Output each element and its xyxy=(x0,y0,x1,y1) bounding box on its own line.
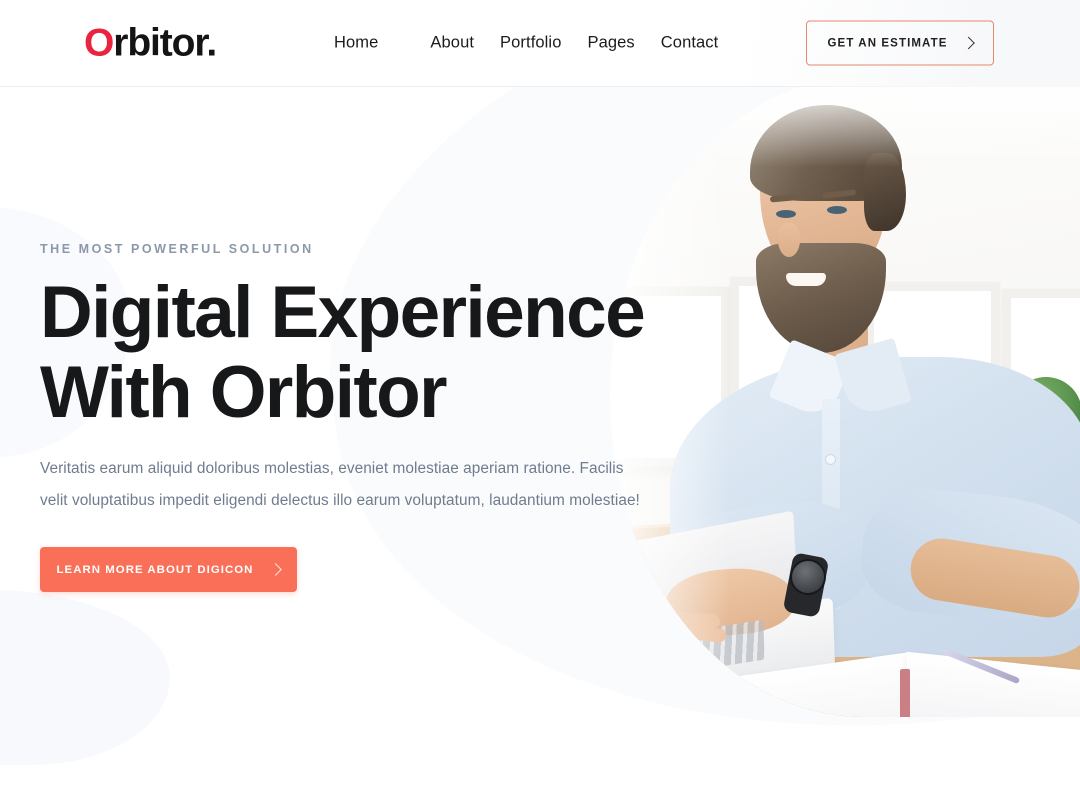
nav-item-pages[interactable]: Pages xyxy=(561,34,634,53)
learn-more-button[interactable]: LEARN MORE ABOUT DIGICON xyxy=(40,547,297,592)
nav-item-home[interactable]: Home xyxy=(334,34,404,53)
nav-item-about[interactable]: About xyxy=(404,34,474,53)
hero-headline: Digital Experience With Orbitor xyxy=(40,272,740,434)
nav-item-portfolio[interactable]: Portfolio xyxy=(474,34,561,53)
get-an-estimate-label: GET AN ESTIMATE xyxy=(827,37,948,49)
brand-logo-initial: O xyxy=(84,21,114,65)
notebook-spine xyxy=(900,668,910,717)
decorative-blob-bottom xyxy=(0,590,170,765)
brand-logo[interactable]: Orbitor. xyxy=(84,21,217,65)
get-an-estimate-button[interactable]: GET AN ESTIMATE xyxy=(806,20,994,66)
brand-logo-text: rbitor. xyxy=(113,21,217,65)
person-mouth xyxy=(786,273,826,286)
hero-headline-line-1: Digital Experience xyxy=(40,272,646,353)
hero-image-top-fade xyxy=(610,87,1080,167)
chevron-right-icon xyxy=(269,563,283,576)
person-eye xyxy=(776,210,796,218)
hero-section: THE MOST POWERFUL SOLUTION Digital Exper… xyxy=(0,87,1080,810)
nav-item-contact[interactable]: Contact xyxy=(635,34,719,53)
learn-more-label: LEARN MORE ABOUT DIGICON xyxy=(56,563,254,576)
shirt-button xyxy=(826,455,835,464)
page-root: Orbitor. Home About Portfolio Pages Cont… xyxy=(0,0,1080,810)
person-nose xyxy=(778,223,800,257)
hero-headline-line-2: With Orbitor xyxy=(40,352,448,434)
hero-eyebrow: THE MOST POWERFUL SOLUTION xyxy=(40,242,314,256)
person-eye xyxy=(827,206,847,214)
site-header: Orbitor. Home About Portfolio Pages Cont… xyxy=(0,0,1080,87)
primary-navigation: Home About Portfolio Pages Contact xyxy=(334,34,718,53)
hero-lead-paragraph: Veritatis earum aliquid doloribus molest… xyxy=(40,460,640,509)
chevron-right-icon xyxy=(961,36,975,50)
